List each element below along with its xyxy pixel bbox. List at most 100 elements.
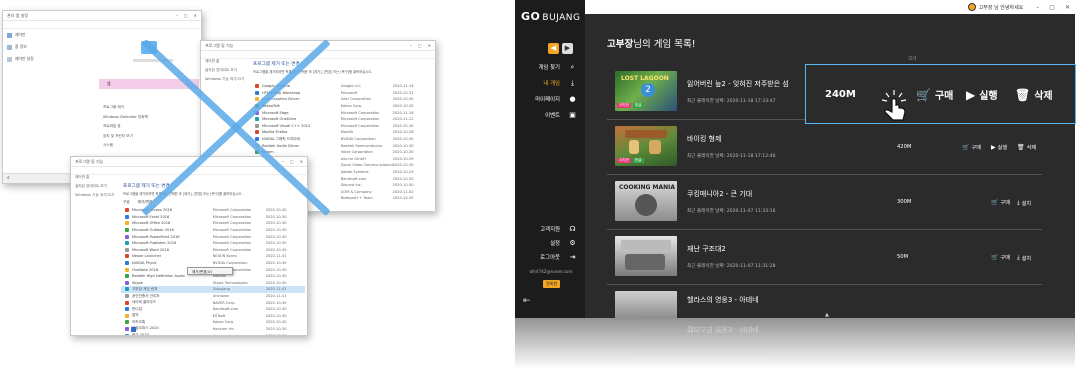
program-name: 알약	[132, 313, 139, 318]
program-row[interactable]: Microsoft Visual C++ 2015 Microsoft Corpo…	[251, 123, 431, 130]
program-row[interactable]: Skype Skype Technologies 2020-10-30	[121, 280, 305, 287]
organize-button[interactable]: 구성	[123, 200, 130, 205]
program-icon	[125, 214, 129, 219]
program-row[interactable]: Microsoft Office 2016 Microsoft Corporati…	[121, 220, 305, 227]
nav-item[interactable]: 제어판	[3, 29, 57, 41]
game-row[interactable]: 사지만 한글 바이킹 형제 최근 플레이한 날짜: 2020-11-18 17:1…	[607, 120, 1042, 175]
cart-icon: 🛒	[991, 254, 999, 261]
game-title[interactable]: 헬라스의 영웅3 - 아테네	[687, 295, 759, 305]
nav-link[interactable]: 제어판 홈	[71, 173, 121, 182]
settings-link[interactable]: 시스템	[103, 141, 148, 151]
maximize-icon[interactable]: ▢	[290, 159, 294, 164]
nav-link[interactable]: 설치된 업데이트 보기	[201, 66, 251, 75]
game-thumbnail: 사지만 한글	[615, 126, 677, 166]
back-arrow-icon[interactable]: ◀	[548, 43, 559, 54]
program-row[interactable]: 반디집 Bandisoft.com 2020-10-30	[121, 306, 305, 313]
program-row[interactable]: Realtek Audio Driver Realtek Semiconducto…	[251, 142, 431, 149]
program-row[interactable]: Microsoft Word 2016 Microsoft Corporation…	[121, 247, 305, 254]
install-date: 2020-10-30	[265, 274, 287, 279]
program-row[interactable]: 한글 2020 Hancom Inc. 2020-10-30	[121, 332, 305, 335]
minimize-icon[interactable]: –	[176, 13, 178, 18]
minimize-icon[interactable]: –	[1036, 4, 1039, 11]
context-menu-uninstall[interactable]: 제거/변경(U)	[187, 267, 233, 275]
nav-link[interactable]: 설치된 업데이트 보기	[71, 182, 121, 191]
program-row[interactable]: Microsoft Excel 2016 Microsoft Corporatio…	[121, 214, 305, 221]
maximize-icon[interactable]: ▢	[418, 43, 422, 48]
settings-link[interactable]: 프로파일 등	[103, 122, 148, 132]
sidebar-item-events[interactable]: 이벤트 ▣	[523, 108, 577, 122]
nav-link[interactable]: Windows 기능 켜기/끄기	[201, 75, 251, 84]
program-publisher: Realtek Semiconductor	[340, 143, 383, 148]
sidebar-item-support[interactable]: 고객지원 ☊	[523, 222, 577, 236]
install-date: 2020-10-30	[392, 143, 414, 148]
program-row[interactable]: Nexon Launcher NEXON Korea 2020-11-01	[121, 253, 305, 260]
program-row[interactable]: Intel Graphics Driver Intel Corporation 20…	[251, 96, 431, 103]
program-publisher: Microsoft Corporation	[212, 247, 252, 252]
buy-button[interactable]: 🛒 구매	[916, 87, 953, 103]
sidebar-item-mypage[interactable]: 마이페이지 ●	[523, 92, 577, 106]
game-title[interactable]: 바이킹 형제	[687, 134, 721, 144]
nav-link[interactable]: Windows 기능 켜기/끄기	[71, 191, 121, 200]
install-date: 2020-10-29	[392, 156, 414, 161]
close-icon[interactable]: ✕	[1065, 4, 1070, 11]
close-icon[interactable]: ✕	[428, 43, 431, 48]
program-row[interactable]: Microsoft PowerPoint 2016 Microsoft Corpo…	[121, 233, 305, 240]
program-row[interactable]: 네이버 클라우드 NAVER Corp. 2020-10-30	[121, 299, 305, 306]
game-row[interactable]: 재난 구조대2 최근 플레이한 날짜: 2020-11-07 11:31:28 …	[607, 230, 1042, 285]
program-row[interactable]: Microsoft Edge Microsoft Corporation 2020-…	[251, 109, 431, 116]
program-name: Microsoft Excel 2016	[132, 214, 170, 219]
program-row[interactable]: NVIDIA 그래픽 드라이버 NVIDIA Corporation 2020-10…	[251, 136, 431, 143]
user-greeting: 고부장 님 안녕하세요	[967, 3, 1023, 11]
nav-item[interactable]: 제어판 설정	[3, 53, 57, 65]
sidebar-item-settings[interactable]: 설정 ⚙	[523, 236, 577, 250]
program-publisher: Notepad++ Team	[340, 196, 373, 201]
game-title[interactable]: 잃어버린 늪2 - 잊혀진 저주받은 섬	[687, 79, 789, 89]
program-row[interactable]: NVIDIA PhysX NVIDIA Corporation 2020-10-30	[121, 260, 305, 267]
program-row[interactable]: Microsoft OneDrive Microsoft Corporation 2…	[251, 116, 431, 123]
program-icon	[125, 234, 129, 239]
nav-item[interactable]: 홈 정보	[3, 41, 57, 53]
search-icon[interactable]: ⌕	[7, 175, 10, 181]
install-button[interactable]: ⤓ 설치	[1017, 199, 1031, 207]
nav-link[interactable]: 제어판 홈	[201, 57, 251, 66]
game-title[interactable]: 쿠킹매니아2 - 큰 기대	[687, 189, 752, 199]
close-icon[interactable]: ✕	[300, 159, 303, 164]
sidebar-item-my-games[interactable]: 내 게임 ⤓	[523, 76, 577, 90]
minimize-icon[interactable]: –	[282, 159, 284, 164]
program-row[interactable]: 공인인증서 관리자 Unknown 2020-11-01	[121, 293, 305, 300]
settings-link[interactable]: Windows Defender 방화벽	[103, 113, 148, 123]
program-publisher: Microsoft Corporation	[212, 228, 252, 233]
forward-arrow-icon[interactable]: ▶	[562, 43, 573, 54]
program-row[interactable]: SteamValve Corporation 2020-10-30	[251, 149, 431, 156]
delete-button[interactable]: 🗑 삭제	[1015, 87, 1053, 103]
buy-button[interactable]: 🛒 구매	[991, 254, 1010, 261]
close-icon[interactable]: ✕	[194, 13, 197, 18]
sidebar-item-find-games[interactable]: 게임 찾기 ⌕	[523, 60, 577, 74]
program-row[interactable]: 고부장 게임 런처 Gobujang 2020-11-01	[121, 286, 305, 293]
program-row[interactable]: Microsoft Outlook 2016 Microsoft Corporat…	[121, 227, 305, 234]
maximize-icon[interactable]: ▢	[184, 13, 188, 18]
maximize-icon[interactable]: ▢	[1049, 4, 1055, 11]
play-button[interactable]: ▶ 실행	[966, 87, 998, 103]
game-title[interactable]: 재난 구조대2	[687, 244, 726, 254]
program-row[interactable]: 한컴오피스 2020 Hancom Inc. 2020-10-30	[121, 326, 305, 333]
play-icon: ▶	[991, 144, 996, 151]
game-row[interactable]: COOKING MANIA 쿠킹매니아2 - 큰 기대 최근 플레이한 날짜: …	[607, 175, 1042, 230]
program-row[interactable]: Microsoft Publisher 2016 Microsoft Corpor…	[121, 240, 305, 247]
program-publisher: Microsoft Corporation	[340, 117, 380, 122]
program-icon	[255, 130, 259, 135]
program-row[interactable]: 알약 ESTsoft 2020-10-30	[121, 313, 305, 320]
minimize-icon[interactable]: –	[410, 43, 412, 48]
buy-button[interactable]: 🛒 구매	[991, 199, 1010, 206]
sidebar-item-logout[interactable]: 로그아웃 ⇥	[523, 250, 577, 264]
settings-link[interactable]: 장치 및 프린터 보기	[103, 132, 148, 142]
buy-button[interactable]: 🛒 구매	[962, 144, 981, 151]
program-row[interactable]: 카카오톡 Kakao Corp. 2020-10-30	[121, 319, 305, 326]
program-row[interactable]: Mozilla Firefox Mozilla 2020-10-28	[251, 129, 431, 136]
play-button[interactable]: ▶ 실행	[991, 144, 1007, 151]
install-button[interactable]: ⤓ 설치	[1017, 254, 1031, 262]
settings-link[interactable]: 프로그램 제거	[103, 103, 148, 113]
collapse-sidebar-icon[interactable]: ⇤	[523, 296, 531, 306]
program-row[interactable]: KakaoTalk Kakao Corp. 2020-10-30	[251, 103, 431, 110]
delete-button[interactable]: 🗑 삭제	[1017, 144, 1036, 151]
